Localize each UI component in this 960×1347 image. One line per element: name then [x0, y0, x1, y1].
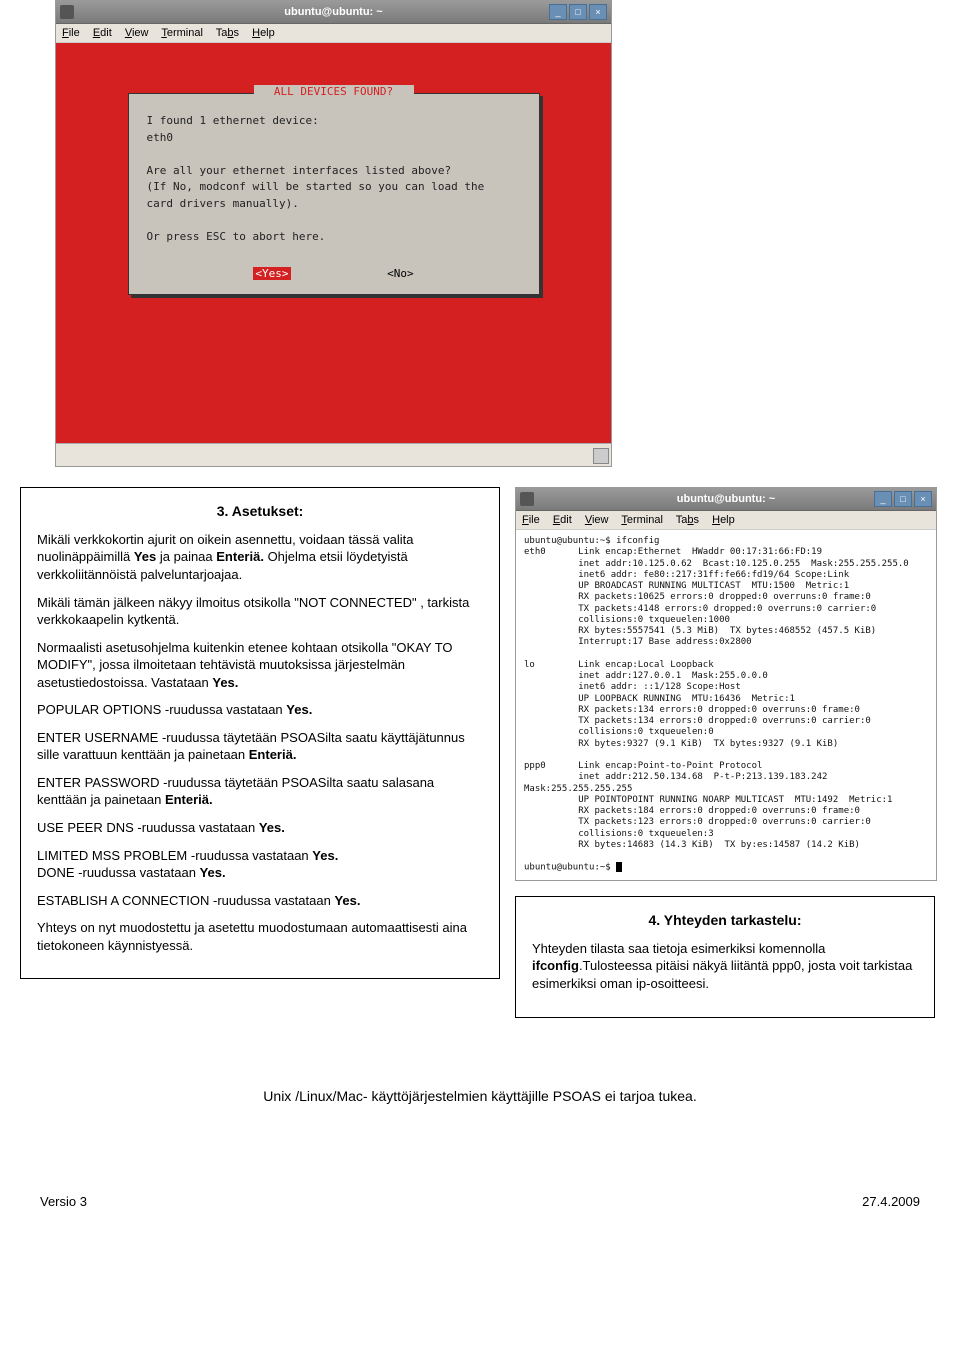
paragraph: USE PEER DNS -ruudussa vastataan Yes. — [37, 819, 483, 837]
ifconfig-output: ubuntu@ubuntu:~$ ifconfig eth0 Link enca… — [524, 536, 909, 873]
minimize-icon[interactable]: _ — [874, 491, 892, 507]
terminal-output: ubuntu@ubuntu:~$ ifconfig eth0 Link enca… — [516, 530, 936, 880]
window-icon — [60, 5, 74, 19]
menubar: File Edit View Terminal Tabs Help — [516, 511, 936, 530]
paragraph: ENTER USERNAME -ruudussa täytetään PSOAS… — [37, 729, 483, 764]
menu-edit[interactable]: Edit — [553, 514, 572, 526]
scrollbar — [56, 443, 611, 466]
dialog-line: card drivers manually). — [147, 196, 521, 213]
menu-terminal[interactable]: Terminal — [161, 27, 203, 39]
menu-edit[interactable]: Edit — [93, 27, 112, 39]
box3-heading: 3. Asetukset: — [37, 502, 483, 521]
yes-button[interactable]: <Yes> — [253, 267, 290, 280]
dialog-buttons: <Yes> <No> — [129, 259, 539, 294]
maximize-icon[interactable]: □ — [894, 491, 912, 507]
menu-tabs[interactable]: Tabs — [216, 27, 239, 39]
window-controls: _ □ × — [549, 4, 607, 20]
window-icon — [520, 492, 534, 506]
footer-note: Unix /Linux/Mac- käyttöjärjestelmien käy… — [0, 1088, 960, 1104]
paragraph: ENTER PASSWORD -ruudussa täytetään PSOAS… — [37, 774, 483, 809]
terminal-screenshot-1: ubuntu@ubuntu: ~ _ □ × FFileile Edit Vie… — [55, 0, 612, 467]
dialog-all-devices: ALL DEVICES FOUND? I found 1 ethernet de… — [128, 93, 540, 295]
date-label: 27.4.2009 — [862, 1194, 920, 1209]
close-icon[interactable]: × — [914, 491, 932, 507]
page-footer: Versio 3 27.4.2009 — [0, 1194, 960, 1239]
paragraph: Yhteyden tilasta saa tietoja esimerkiksi… — [532, 940, 918, 993]
connection-check-box: 4. Yhteyden tarkastelu: Yhteyden tilasta… — [515, 896, 935, 1018]
paragraph: Normaalisti asetusohjelma kuitenkin eten… — [37, 639, 483, 692]
version-label: Versio 3 — [40, 1194, 87, 1209]
dialog-line: Or press ESC to abort here. — [147, 229, 521, 246]
scroll-thumb[interactable] — [593, 448, 609, 464]
titlebar: ubuntu@ubuntu: ~ _ □ × — [56, 1, 611, 24]
paragraph: Mikäli verkkokortin ajurit on oikein ase… — [37, 531, 483, 584]
dialog-content: I found 1 ethernet device: eth0 Are all … — [129, 99, 539, 259]
menu-view[interactable]: View — [125, 27, 149, 39]
dialog-line: Are all your ethernet interfaces listed … — [147, 163, 521, 180]
minimize-icon[interactable]: _ — [549, 4, 567, 20]
menubar: FFileile Edit View Terminal Tabs Help — [56, 24, 611, 43]
dialog-line: eth0 — [147, 130, 521, 147]
menu-terminal[interactable]: Terminal — [621, 514, 663, 526]
menu-file[interactable]: FFileile — [62, 27, 80, 39]
no-button[interactable]: <No> — [387, 267, 414, 280]
paragraph: ESTABLISH A CONNECTION -ruudussa vastata… — [37, 892, 483, 910]
menu-tabs[interactable]: Tabs — [676, 514, 699, 526]
menu-view[interactable]: View — [585, 514, 609, 526]
terminal-screenshot-2: ubuntu@ubuntu: ~ _ □ × File Edit View Te… — [515, 487, 937, 881]
menu-help[interactable]: Help — [252, 27, 275, 39]
close-icon[interactable]: × — [589, 4, 607, 20]
box4-heading: 4. Yhteyden tarkastelu: — [532, 911, 918, 930]
dialog-line: I found 1 ethernet device: — [147, 113, 521, 130]
paragraph: Mikäli tämän jälkeen näkyy ilmoitus otsi… — [37, 594, 483, 629]
window-controls: _ □ × — [874, 491, 932, 507]
menu-help[interactable]: Help — [712, 514, 735, 526]
window-title: ubuntu@ubuntu: ~ — [284, 6, 382, 18]
paragraph: LIMITED MSS PROBLEM -ruudussa vastataan … — [37, 847, 483, 882]
cursor — [616, 862, 622, 872]
menu-file[interactable]: File — [522, 514, 540, 526]
titlebar: ubuntu@ubuntu: ~ _ □ × — [516, 488, 936, 511]
paragraph: Yhteys on nyt muodostettu ja asetettu mu… — [37, 919, 483, 954]
settings-box: 3. Asetukset: Mikäli verkkokortin ajurit… — [20, 487, 500, 979]
dialog-line: (If No, modconf will be started so you c… — [147, 179, 521, 196]
maximize-icon[interactable]: □ — [569, 4, 587, 20]
dialog-title: ALL DEVICES FOUND? — [254, 85, 414, 98]
paragraph: POPULAR OPTIONS -ruudussa vastataan Yes. — [37, 701, 483, 719]
window-title: ubuntu@ubuntu: ~ — [677, 493, 775, 505]
terminal-body: ALL DEVICES FOUND? I found 1 ethernet de… — [56, 43, 611, 443]
